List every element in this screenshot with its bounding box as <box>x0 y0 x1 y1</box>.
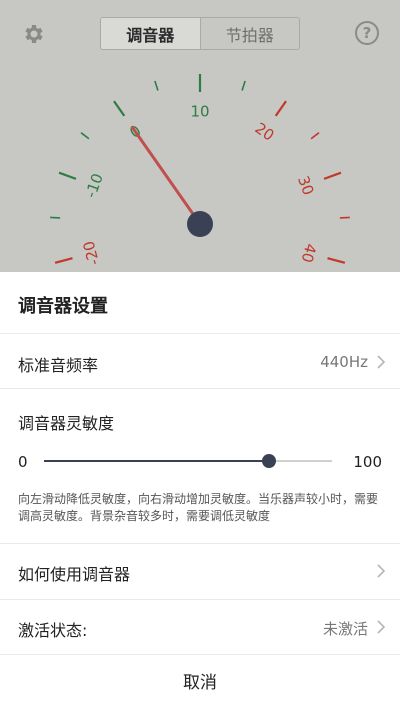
sensitivity-max: 100 <box>353 453 382 471</box>
gear-icon[interactable] <box>20 20 48 48</box>
chevron-right-icon <box>377 620 386 634</box>
tab-tuner[interactable]: 调音器 <box>101 18 200 49</box>
howto-label: 如何使用调音器 <box>18 565 131 584</box>
mode-switch: 调音器 节拍器 <box>100 17 300 50</box>
help-icon[interactable]: ? <box>355 21 379 45</box>
gauge-major-tick <box>54 257 73 264</box>
tuner-needle <box>130 125 202 226</box>
tuner-panel: -30-20-1001020304050 调音器 节拍器 ? <box>0 0 400 272</box>
divider <box>0 388 400 389</box>
slider-thumb[interactable] <box>261 454 276 468</box>
divider <box>0 543 400 544</box>
top-bar: 调音器 节拍器 ? <box>0 0 400 64</box>
activation-value: 未激活 <box>322 620 368 638</box>
sensitivity-hint: 向左滑动降低灵敏度，向右滑动增加灵敏度。当乐器声较小时，需要调高灵敏度。背景杂音… <box>18 492 379 523</box>
gauge-label: -10 <box>82 171 107 200</box>
settings-sheet: 调音器设置 标准音频率 440Hz 调音器灵敏度 0 100 向左滑动降低灵敏度… <box>0 272 400 710</box>
divider <box>0 333 400 334</box>
gauge-major-tick <box>274 100 287 117</box>
gauge-minor-tick <box>241 80 246 91</box>
divider <box>0 599 400 600</box>
gauge-major-tick <box>327 257 346 264</box>
gauge-label: 40 <box>298 242 320 265</box>
gauge-minor-tick <box>310 132 320 140</box>
gauge-minor-tick <box>154 80 159 91</box>
activation-label: 激活状态: <box>18 621 88 640</box>
sensitivity-min: 0 <box>18 453 28 471</box>
frequency-label: 标准音频率 <box>18 356 99 375</box>
slider-fill <box>44 460 269 462</box>
gauge-label: 20 <box>252 119 278 145</box>
cancel-button[interactable]: 取消 <box>0 668 400 698</box>
needle-hub <box>187 211 213 237</box>
sensitivity-slider[interactable] <box>44 454 332 468</box>
gauge-label: -20 <box>79 239 103 267</box>
chevron-right-icon <box>377 564 386 578</box>
gauge-major-tick <box>323 171 342 180</box>
frequency-value: 440Hz <box>320 353 368 371</box>
sheet-title: 调音器设置 <box>18 296 108 317</box>
gauge-major-tick <box>58 171 77 180</box>
chevron-right-icon <box>377 355 386 369</box>
gauge-label: 30 <box>294 173 317 197</box>
tab-metronome[interactable]: 节拍器 <box>199 18 300 49</box>
gauge-minor-tick <box>80 132 90 140</box>
gauge-major-tick <box>113 100 126 117</box>
sensitivity-label: 调音器灵敏度 <box>18 414 115 433</box>
gauge-label: 10 <box>190 103 209 121</box>
divider <box>0 654 400 655</box>
